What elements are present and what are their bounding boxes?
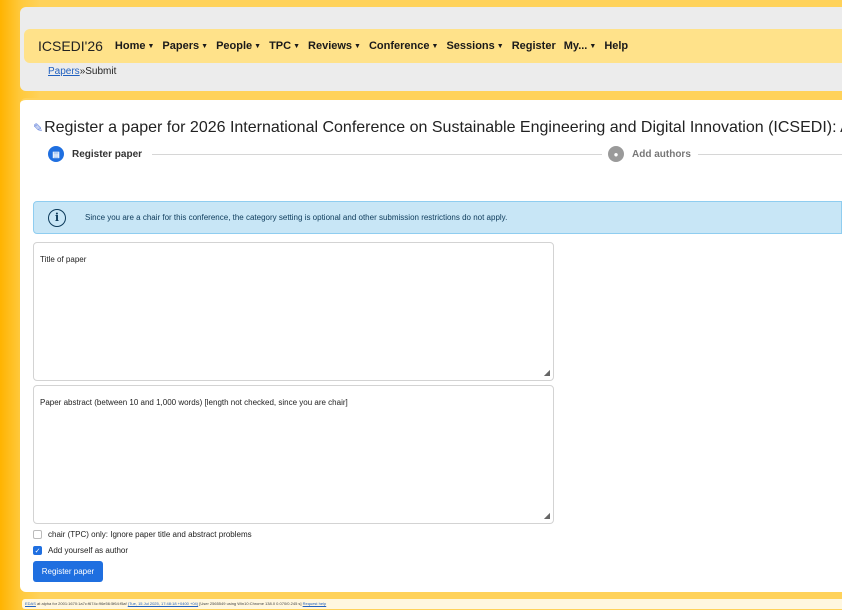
resize-handle-icon[interactable]: ◢ (544, 368, 550, 377)
progress-stepper: ▤ Register paper ● Add authors (48, 146, 842, 164)
nav-sessions[interactable]: Sessions ▼ (446, 40, 503, 52)
breadcrumb-papers-link[interactable]: Papers (48, 66, 80, 77)
footer-help-link[interactable]: Request help (303, 601, 327, 606)
breadcrumb: Papers»Submit (48, 66, 116, 77)
footer-date-link[interactable]: (Tue, 15 Jul 2025, 17:48:18 +0400 +04) (128, 601, 198, 606)
nav-people[interactable]: People ▼ (216, 40, 261, 52)
breadcrumb-current: »Submit (79, 66, 117, 77)
title-placeholder: Title of paper (40, 255, 87, 264)
nav-home[interactable]: Home ▼ (115, 40, 155, 52)
ignore-problems-label: chair (TPC) only: Ignore paper title and… (48, 530, 252, 539)
resize-handle-icon[interactable]: ◢ (544, 511, 550, 520)
chevron-down-icon: ▼ (147, 42, 155, 50)
info-icon: i (48, 208, 66, 227)
alert-text: Since you are a chair for this conferenc… (85, 213, 508, 222)
ignore-problems-row: chair (TPC) only: Ignore paper title and… (33, 530, 252, 539)
nav-help[interactable]: Help (604, 40, 628, 52)
nav-papers[interactable]: Papers ▼ (162, 40, 208, 52)
main-content: ✎Register a paper for 2026 International… (20, 98, 842, 592)
nav-my[interactable]: My... ▼ (564, 40, 597, 52)
paper-abstract-input[interactable]: Paper abstract (between 10 and 1,000 wor… (33, 385, 554, 524)
chevron-down-icon: ▼ (496, 42, 504, 50)
add-self-checkbox[interactable]: ✓ (33, 546, 42, 555)
step-register-paper[interactable]: ▤ Register paper (48, 146, 142, 162)
document-icon: ▤ (48, 146, 64, 162)
step-label: Add authors (632, 148, 691, 160)
nav-register[interactable]: Register (512, 40, 556, 52)
footer-user-info: [User 2565549 using Win10:Chrome 138.0 0… (198, 601, 303, 606)
nav-reviews[interactable]: Reviews ▼ (308, 40, 361, 52)
footer-text: at alpha for 2001:1670:1a7c:f674c:96e56:… (35, 601, 128, 606)
chevron-down-icon: ▼ (201, 42, 209, 50)
add-self-row: ✓ Add yourself as author (33, 546, 128, 555)
page-footer: EDAS at alpha for 2001:1670:1a7c:f674c:9… (22, 599, 842, 609)
step-label: Register paper (72, 148, 143, 160)
step-divider (152, 154, 602, 155)
footer-edas-link[interactable]: EDAS (25, 601, 36, 606)
nav-tpc[interactable]: TPC ▼ (269, 40, 300, 52)
chevron-down-icon: ▼ (431, 42, 439, 50)
register-paper-button[interactable]: Register paper (33, 561, 103, 582)
chevron-down-icon: ▼ (589, 42, 597, 50)
nav-conference[interactable]: Conference ▼ (369, 40, 438, 52)
chevron-down-icon: ▼ (254, 42, 262, 50)
step-divider (698, 154, 842, 155)
paper-title-input[interactable]: Title of paper ◢ (33, 242, 554, 381)
user-icon: ● (608, 146, 624, 162)
ignore-problems-checkbox[interactable] (33, 530, 42, 539)
chevron-down-icon: ▼ (293, 42, 301, 50)
brand-title[interactable]: ICSEDI'26 (38, 38, 103, 54)
chevron-down-icon: ▼ (354, 42, 361, 50)
info-alert: i Since you are a chair for this confere… (33, 201, 842, 234)
step-add-authors[interactable]: ● Add authors (608, 146, 691, 162)
abstract-placeholder: Paper abstract (between 10 and 1,000 wor… (40, 398, 348, 407)
add-self-label: Add yourself as author (48, 546, 129, 555)
edit-icon[interactable]: ✎ (33, 121, 43, 135)
page-title: ✎Register a paper for 2026 International… (33, 118, 842, 136)
main-navbar: ICSEDI'26 Home ▼ Papers ▼ People ▼ TPC ▼ Rev… (24, 29, 842, 63)
